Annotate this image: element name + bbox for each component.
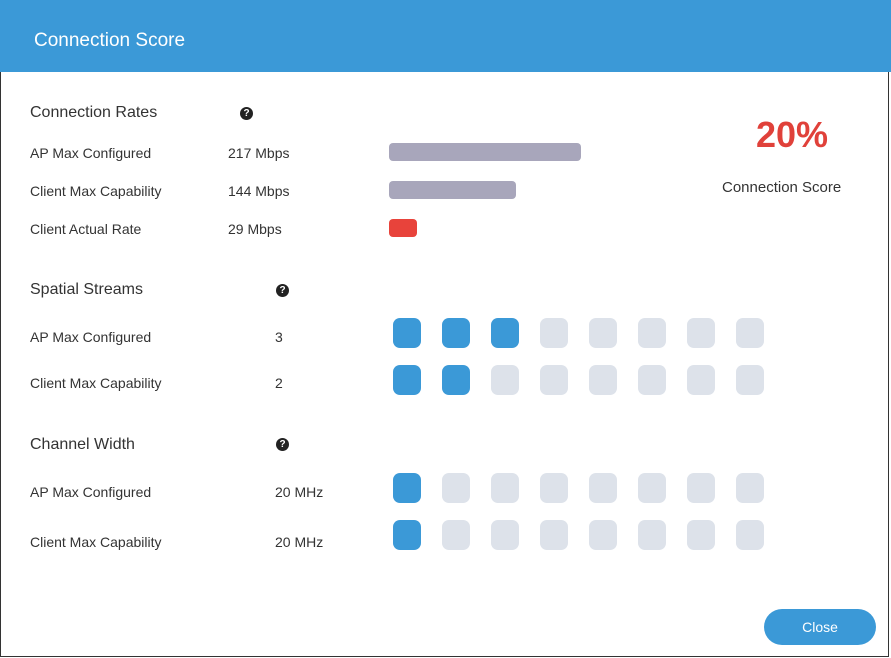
indicator-square-empty <box>736 365 764 395</box>
indicator-square-filled <box>393 520 421 550</box>
connection-score-label: Connection Score <box>722 179 842 196</box>
indicator-square-empty <box>491 365 519 395</box>
indicator-square-empty <box>540 473 568 503</box>
indicator-square-empty <box>589 473 617 503</box>
question-circle-icon[interactable]: ? <box>276 438 289 451</box>
indicator-square-empty <box>736 473 764 503</box>
indicator-square-filled <box>393 365 421 395</box>
rate-value-client-actual: 29 Mbps <box>228 221 282 237</box>
indicator-square-empty <box>687 520 715 550</box>
rate-label-client-max: Client Max Capability <box>30 183 162 199</box>
indicator-square-empty <box>638 318 666 348</box>
rate-bar-client-actual <box>389 219 417 237</box>
indicator-square-empty <box>736 318 764 348</box>
streams-value-ap-max: 3 <box>275 329 283 345</box>
rate-label-client-actual: Client Actual Rate <box>30 221 142 237</box>
indicator-square-empty <box>687 473 715 503</box>
indicator-square-empty <box>638 473 666 503</box>
indicator-square-empty <box>687 318 715 348</box>
indicator-square-empty <box>589 520 617 550</box>
rate-label-ap-max: AP Max Configured <box>30 145 152 161</box>
indicator-square-filled <box>393 473 421 503</box>
width-value-client-max: 20 MHz <box>275 534 324 550</box>
rate-bar-ap-max <box>389 143 581 161</box>
dialog-title-bar: Connection Score <box>0 0 891 72</box>
indicator-square-empty <box>491 520 519 550</box>
question-circle-icon[interactable]: ? <box>276 284 289 297</box>
indicator-square-empty <box>589 365 617 395</box>
indicator-square-empty <box>736 520 764 550</box>
question-circle-icon[interactable]: ? <box>240 107 253 120</box>
streams-label-ap-max: AP Max Configured <box>30 329 152 345</box>
close-button[interactable]: Close <box>764 609 876 645</box>
width-value-ap-max: 20 MHz <box>275 484 324 500</box>
dialog-title: Connection Score <box>34 30 186 51</box>
indicator-square-filled <box>442 318 470 348</box>
indicator-square-empty <box>442 473 470 503</box>
indicator-square-empty <box>589 318 617 348</box>
indicator-square-filled <box>491 318 519 348</box>
indicator-square-empty <box>442 520 470 550</box>
indicator-square-filled <box>393 318 421 348</box>
indicator-square-empty <box>638 365 666 395</box>
channel-width-heading: Channel Width <box>30 436 135 453</box>
connection-score-value: 20% <box>756 114 829 155</box>
streams-value-client-max: 2 <box>275 375 283 391</box>
connection-rates-heading: Connection Rates <box>30 104 158 121</box>
spatial-streams-heading: Spatial Streams <box>30 281 143 298</box>
indicator-square-empty <box>540 318 568 348</box>
rate-bar-client-max <box>389 181 516 199</box>
rate-value-client-max: 144 Mbps <box>228 183 290 199</box>
indicator-square-empty <box>638 520 666 550</box>
indicator-square-empty <box>540 520 568 550</box>
indicator-square-empty <box>687 365 715 395</box>
rate-value-ap-max: 217 Mbps <box>228 145 290 161</box>
streams-label-client-max: Client Max Capability <box>30 375 162 391</box>
indicator-square-empty <box>491 473 519 503</box>
width-label-ap-max: AP Max Configured <box>30 484 152 500</box>
indicator-square-filled <box>442 365 470 395</box>
width-label-client-max: Client Max Capability <box>30 534 162 550</box>
indicator-square-empty <box>540 365 568 395</box>
